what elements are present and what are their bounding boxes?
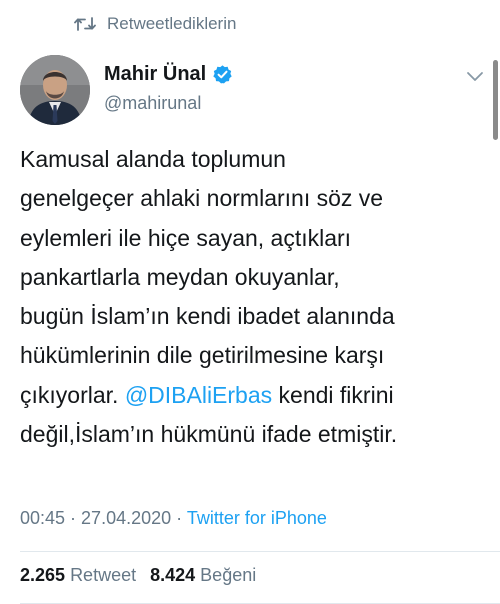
retweet-count: 2.265 <box>20 565 66 585</box>
tweet-line: genelgeçer ahlaki normlarını söz ve <box>20 185 384 212</box>
tweet-text-segment: kendi fikrini <box>272 381 394 408</box>
meta-separator: · <box>171 508 187 528</box>
author-handle[interactable]: @mahirunal <box>104 93 233 114</box>
like-stat[interactable]: 8.424 Beğeni <box>150 565 256 585</box>
tweet-text-segment: çıkıyorlar. <box>20 381 125 408</box>
avatar[interactable] <box>20 55 90 125</box>
retweet-context: Retweetlediklerin <box>74 14 236 34</box>
tweet-line: bugün İslam’ın kendi ibadet alanında <box>20 303 395 330</box>
mention-link[interactable]: @DIBAliErbas <box>125 382 272 408</box>
tweet-source-link[interactable]: Twitter for iPhone <box>187 508 327 528</box>
like-count: 8.424 <box>150 565 196 585</box>
retweet-label: Retweet <box>70 565 137 585</box>
tweet-meta: 00:45 · 27.04.2020 · Twitter for iPhone <box>20 508 327 529</box>
tweet-date[interactable]: 27.04.2020 <box>81 508 171 528</box>
author-names: Mahir Ünal @mahirunal <box>104 63 233 114</box>
retweet-icon <box>74 16 96 32</box>
tweet-line: eylemleri ile hiçe sayan, açtıkları <box>20 224 352 251</box>
scrollbar[interactable] <box>493 60 498 140</box>
retweet-stat[interactable]: 2.265 Retweet <box>20 565 136 585</box>
tweet-line: değil,İslam’ın hükmünü ifade etmiştir. <box>20 421 398 448</box>
tweet-text: Kamusal alanda toplumun genelgeçer ahlak… <box>20 140 490 454</box>
tweet-stats: 2.265 Retweet 8.424 Beğeni <box>20 565 256 586</box>
like-label: Beğeni <box>200 565 257 585</box>
author-display-name[interactable]: Mahir Ünal <box>104 63 206 86</box>
meta-separator: · <box>65 508 82 528</box>
tweet-line: pankartlarla meydan okuyanlar, <box>20 263 340 290</box>
retweet-context-label: Retweetlediklerin <box>107 14 237 33</box>
tweet-time[interactable]: 00:45 <box>20 508 65 528</box>
tweet-header: Mahir Ünal @mahirunal <box>20 55 490 127</box>
divider <box>20 551 500 552</box>
tweet-line: hükümlerinin dile getirilmesine karşı <box>20 342 385 369</box>
tweet-line: Kamusal alanda toplumun <box>20 146 286 172</box>
verified-badge-icon <box>212 64 233 85</box>
tweet-line: çıkıyorlar. @DIBAliErbas kendi fikrini <box>20 376 490 415</box>
display-name-row: Mahir Ünal <box>104 63 233 86</box>
chevron-down-icon[interactable] <box>464 65 486 87</box>
